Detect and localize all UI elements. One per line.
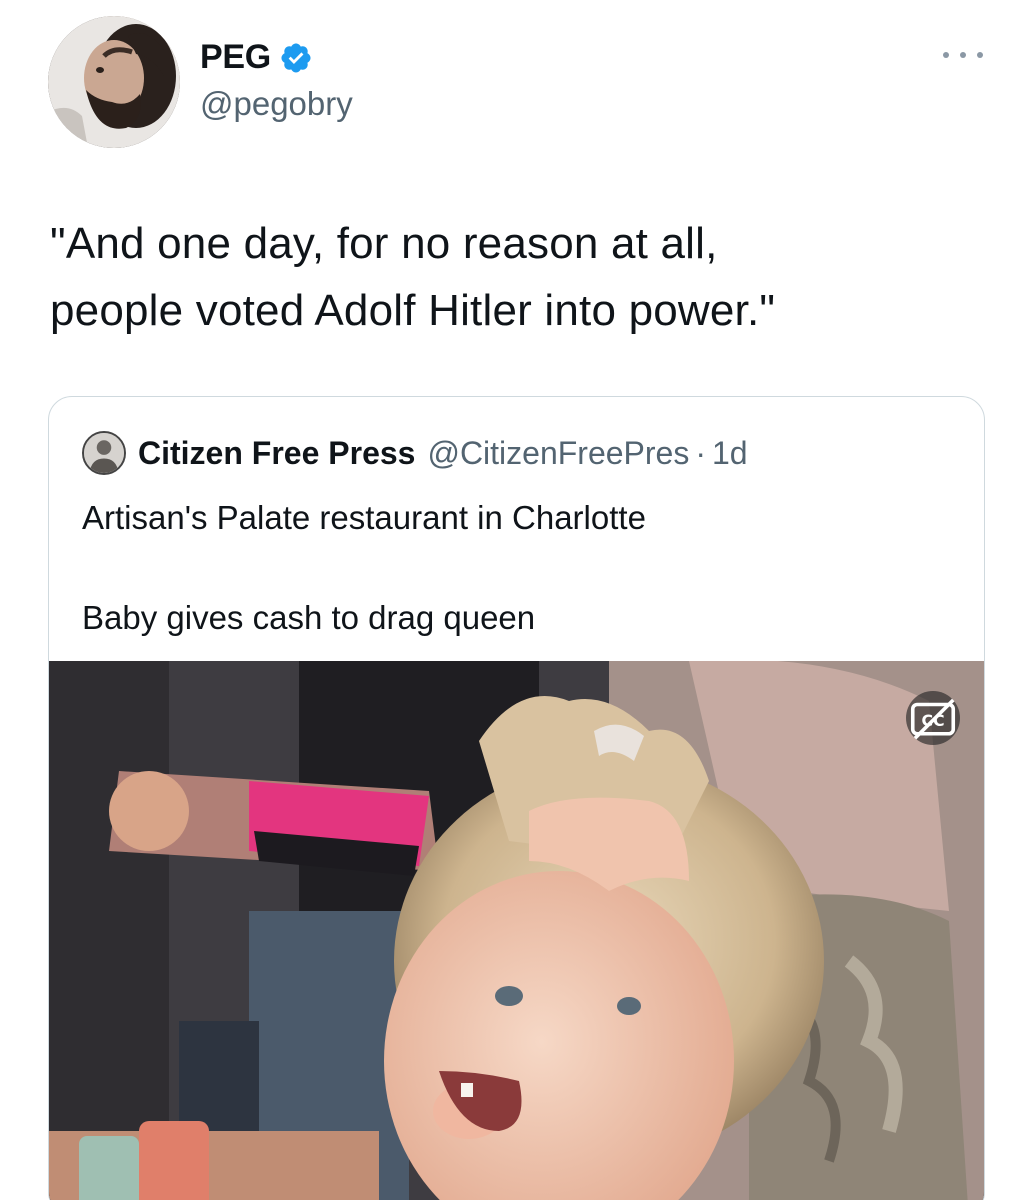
tweet-text: "And one day, for no reason at all, peop… bbox=[50, 219, 776, 335]
display-name-row: PEG bbox=[200, 38, 353, 77]
quoted-author-avatar[interactable] bbox=[82, 431, 126, 475]
author-avatar[interactable] bbox=[48, 16, 180, 148]
quoted-tweet-card[interactable]: Citizen Free Press @CitizenFreePres · 1d… bbox=[48, 396, 985, 1200]
quoted-author-avatar-image bbox=[84, 433, 124, 473]
more-horizontal-icon[interactable] bbox=[943, 40, 983, 70]
more-dot bbox=[943, 52, 949, 58]
quoted-author-display-name[interactable]: Citizen Free Press bbox=[138, 435, 415, 472]
author-block: PEG @pegobry bbox=[200, 38, 353, 123]
cc-glyph: CC bbox=[910, 698, 956, 740]
meta-separator: · bbox=[695, 434, 706, 471]
verified-badge-icon bbox=[281, 42, 311, 73]
video-frame-image bbox=[49, 661, 984, 1200]
quoted-author-handle[interactable]: @CitizenFreePres bbox=[427, 435, 689, 472]
author-avatar-image bbox=[48, 16, 180, 148]
quoted-tweet-text: Artisan's Palate restaurant in Charlotte… bbox=[82, 499, 646, 636]
author-display-name[interactable]: PEG bbox=[200, 38, 271, 77]
quoted-tweet-timestamp[interactable]: 1d bbox=[712, 435, 748, 472]
author-handle[interactable]: @pegobry bbox=[200, 85, 353, 123]
tweet: PEG @pegobry "And one day, for no reason… bbox=[0, 0, 1033, 1200]
closed-captions-off-icon[interactable]: CC bbox=[906, 691, 960, 745]
quoted-tweet-video[interactable]: CC bbox=[49, 661, 984, 1200]
more-dot bbox=[977, 52, 983, 58]
more-dot bbox=[960, 52, 966, 58]
quoted-tweet-header: Citizen Free Press @CitizenFreePres · 1d bbox=[82, 431, 748, 475]
